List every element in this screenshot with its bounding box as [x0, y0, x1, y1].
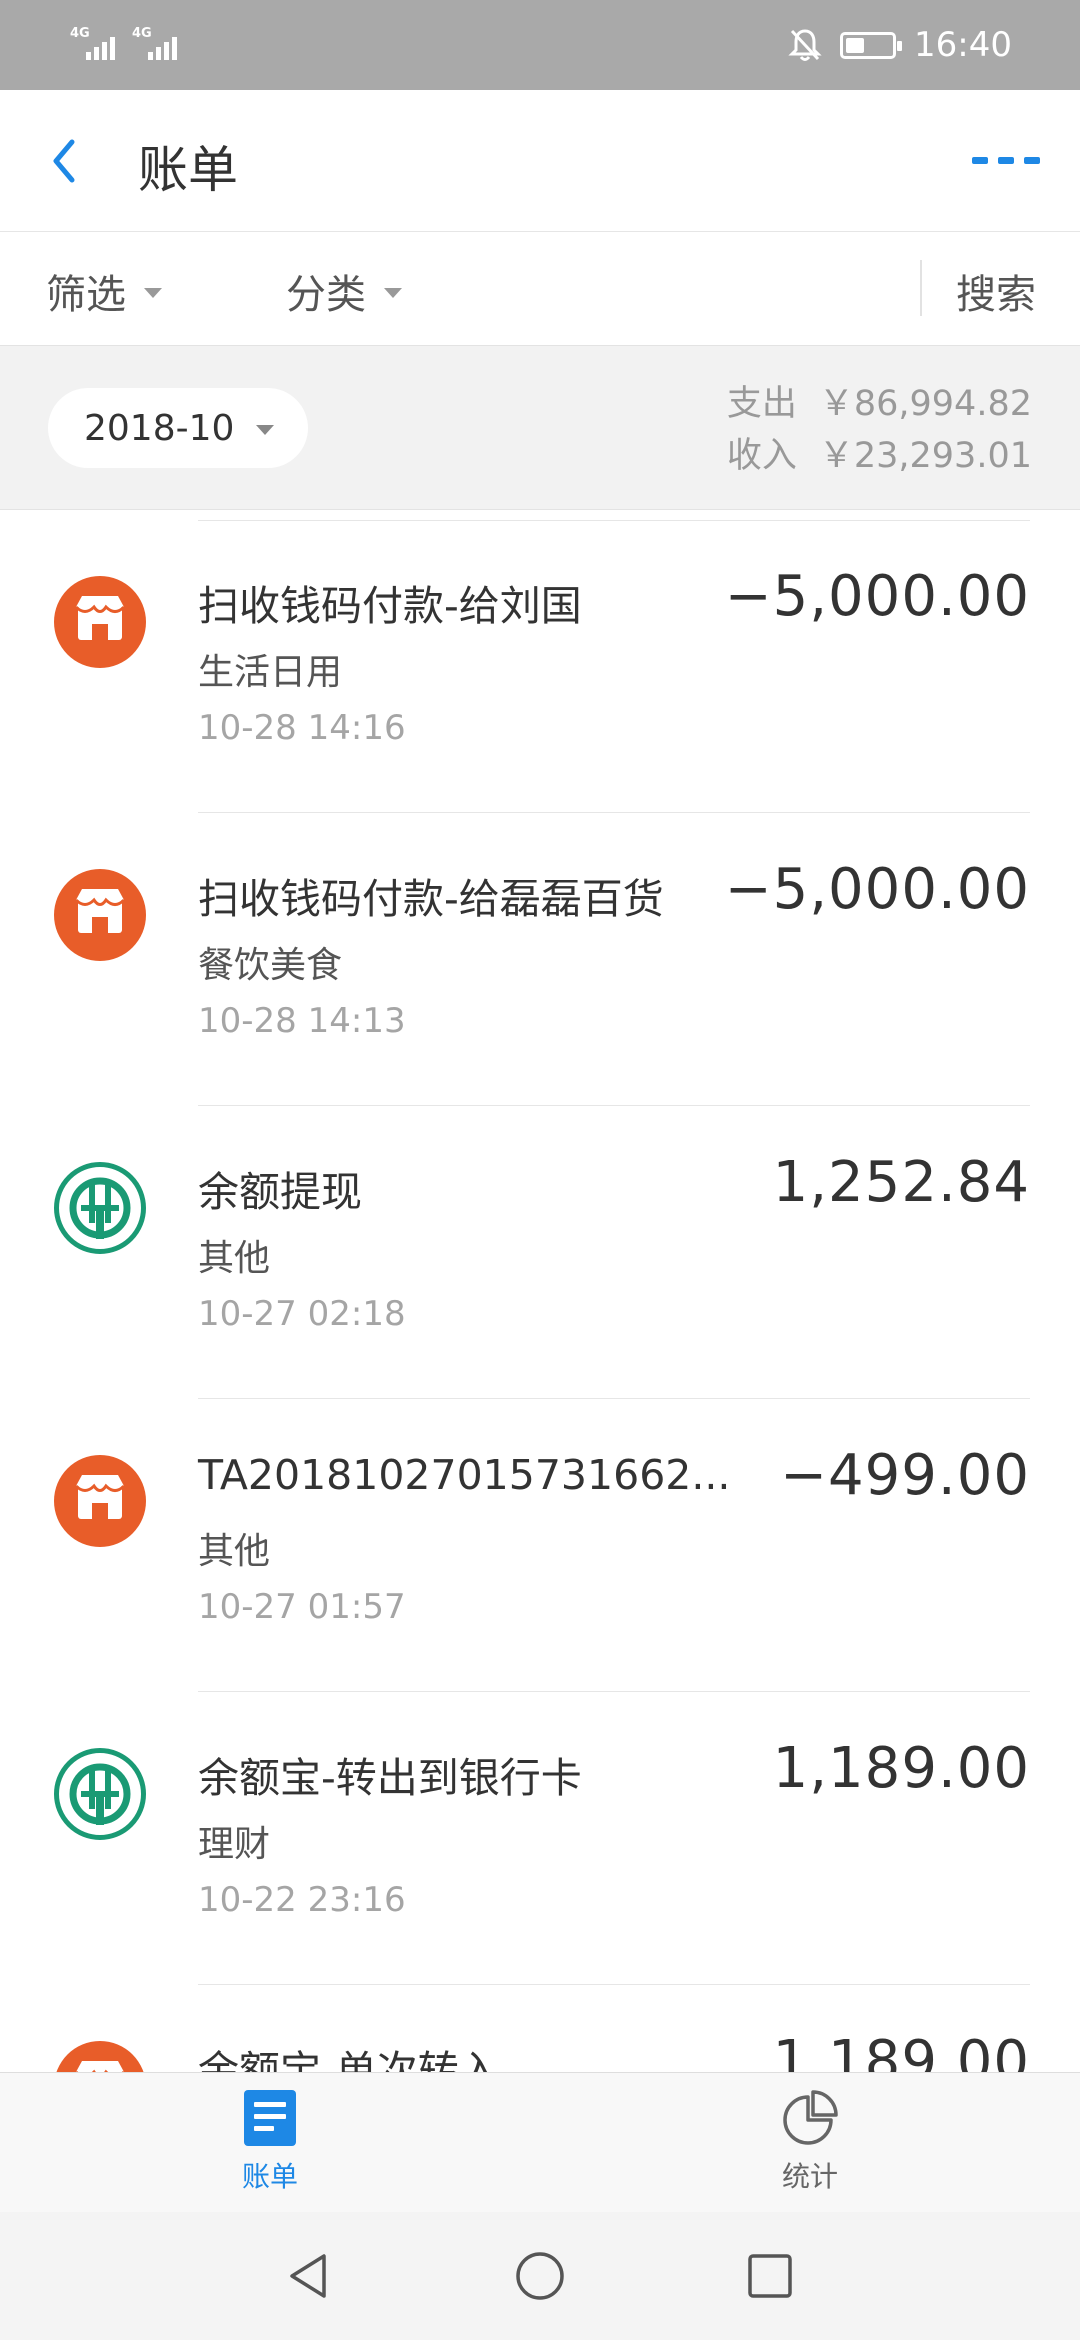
filter-dropdown[interactable]: 筛选 [46, 262, 162, 320]
transaction-title: 余额提现 [198, 1168, 362, 1216]
transaction-category: 其他 [198, 1238, 271, 1279]
transaction-amount: −5,000.00 [724, 857, 1030, 922]
bell-off-icon [788, 29, 822, 61]
transaction-amount: −499.00 [780, 1443, 1030, 1508]
transaction-category: 生活日用 [198, 652, 343, 693]
divider [920, 260, 922, 316]
bank-icon [54, 1162, 146, 1254]
category-label: 分类 [286, 272, 366, 318]
month-picker[interactable]: 2018-10 [48, 388, 308, 468]
tab-bill[interactable]: 账单 [200, 2089, 340, 2199]
chevron-left-icon[interactable] [44, 124, 104, 198]
transaction-row[interactable]: TA20181027015731662... 其他 10-27 01:57 −4… [0, 1399, 1080, 1692]
status-bar: 4G 4G 16:40 [0, 0, 1080, 90]
transaction-row[interactable]: 余额宝-单次转入 理财 1,189.00 [0, 1985, 1080, 2072]
transaction-title: 余额宝-转出到银行卡 [198, 1754, 582, 1802]
signal-icon: 4G [132, 24, 190, 64]
category-dropdown[interactable]: 分类 [286, 262, 402, 320]
income-summary: 收入 ￥23,293.01 [727, 430, 1032, 482]
transaction-category: 其他 [198, 1531, 271, 1572]
nav-recents-icon[interactable] [740, 2246, 800, 2306]
transaction-time: 10-27 01:57 [198, 1587, 406, 1627]
signal-icon: 4G [70, 24, 128, 64]
transaction-time: 10-28 14:13 [198, 1001, 406, 1041]
tab-label: 账单 [241, 2160, 298, 2193]
pie-chart-icon [783, 2090, 838, 2145]
transaction-list[interactable]: 扫收钱码付款-给刘国 生活日用 10-28 14:16 −5,000.00 扫收… [0, 510, 1080, 2072]
month-summary-bar: 2018-10 支出 ￥86,994.82 收入 ￥23,293.01 [0, 346, 1080, 510]
transaction-amount: 1,252.84 [772, 1150, 1030, 1215]
transaction-title: TA20181027015731662... [198, 1451, 731, 1499]
status-time: 16:40 [914, 25, 1012, 65]
page-title: 账单 [138, 141, 238, 199]
filter-label: 筛选 [46, 272, 126, 318]
expense-label: 支出 [726, 384, 797, 424]
month-value: 2018-10 [84, 407, 235, 449]
transaction-amount: 1,189.00 [772, 2029, 1030, 2072]
transaction-row[interactable]: 余额宝-转出到银行卡 理财 10-22 23:16 1,189.00 [0, 1692, 1080, 1985]
transaction-title: 余额宝-单次转入 [198, 2047, 500, 2072]
search-button[interactable]: 搜索 [956, 262, 1036, 320]
transaction-amount: 1,189.00 [772, 1736, 1030, 1801]
transaction-time: 10-27 02:18 [198, 1294, 406, 1334]
shop-icon [54, 1455, 146, 1547]
tab-stats[interactable]: 统计 [740, 2089, 880, 2199]
shop-icon [54, 2041, 146, 2072]
transaction-title: 扫收钱码付款-给刘国 [198, 582, 582, 630]
app-header: 账单 [0, 90, 1080, 232]
battery-icon [840, 31, 903, 59]
caret-down-icon [384, 288, 402, 298]
transaction-row[interactable]: 扫收钱码付款-给刘国 生活日用 10-28 14:16 −5,000.00 [0, 520, 1080, 813]
expense-amount: ￥86,994.82 [818, 384, 1032, 424]
transaction-category: 餐饮美食 [198, 945, 343, 986]
income-label: 收入 [726, 436, 797, 476]
bank-icon [54, 1748, 146, 1840]
income-amount: ￥23,293.01 [818, 436, 1032, 476]
bottom-tab-bar: 账单 统计 [0, 2072, 1080, 2212]
shop-icon [54, 576, 146, 668]
caret-down-icon [256, 425, 275, 435]
nav-home-icon[interactable] [510, 2246, 570, 2306]
battery-level [846, 37, 864, 53]
transaction-time: 10-28 14:16 [198, 708, 406, 748]
caret-down-icon [144, 288, 162, 298]
bill-list-icon [244, 2090, 296, 2146]
expense-summary: 支出 ￥86,994.82 [727, 378, 1032, 430]
transaction-row[interactable]: 余额提现 其他 10-27 02:18 1,252.84 [0, 1106, 1080, 1399]
shop-icon [54, 869, 146, 961]
nav-back-icon[interactable] [280, 2246, 340, 2306]
month-summary: 支出 ￥86,994.82 收入 ￥23,293.01 [727, 378, 1032, 482]
more-dots-icon[interactable] [966, 140, 1046, 180]
transaction-row[interactable]: 扫收钱码付款-给磊磊百货 餐饮美食 10-28 14:13 −5,000.00 [0, 813, 1080, 1106]
tab-label: 统计 [781, 2160, 838, 2193]
transaction-category: 理财 [198, 1824, 271, 1865]
transaction-time: 10-22 23:16 [198, 1880, 406, 1920]
system-nav-bar [0, 2212, 1080, 2340]
transaction-amount: −5,000.00 [724, 564, 1030, 629]
transaction-title: 扫收钱码付款-给磊磊百货 [198, 875, 664, 923]
filter-bar: 筛选 分类 搜索 [0, 232, 1080, 346]
